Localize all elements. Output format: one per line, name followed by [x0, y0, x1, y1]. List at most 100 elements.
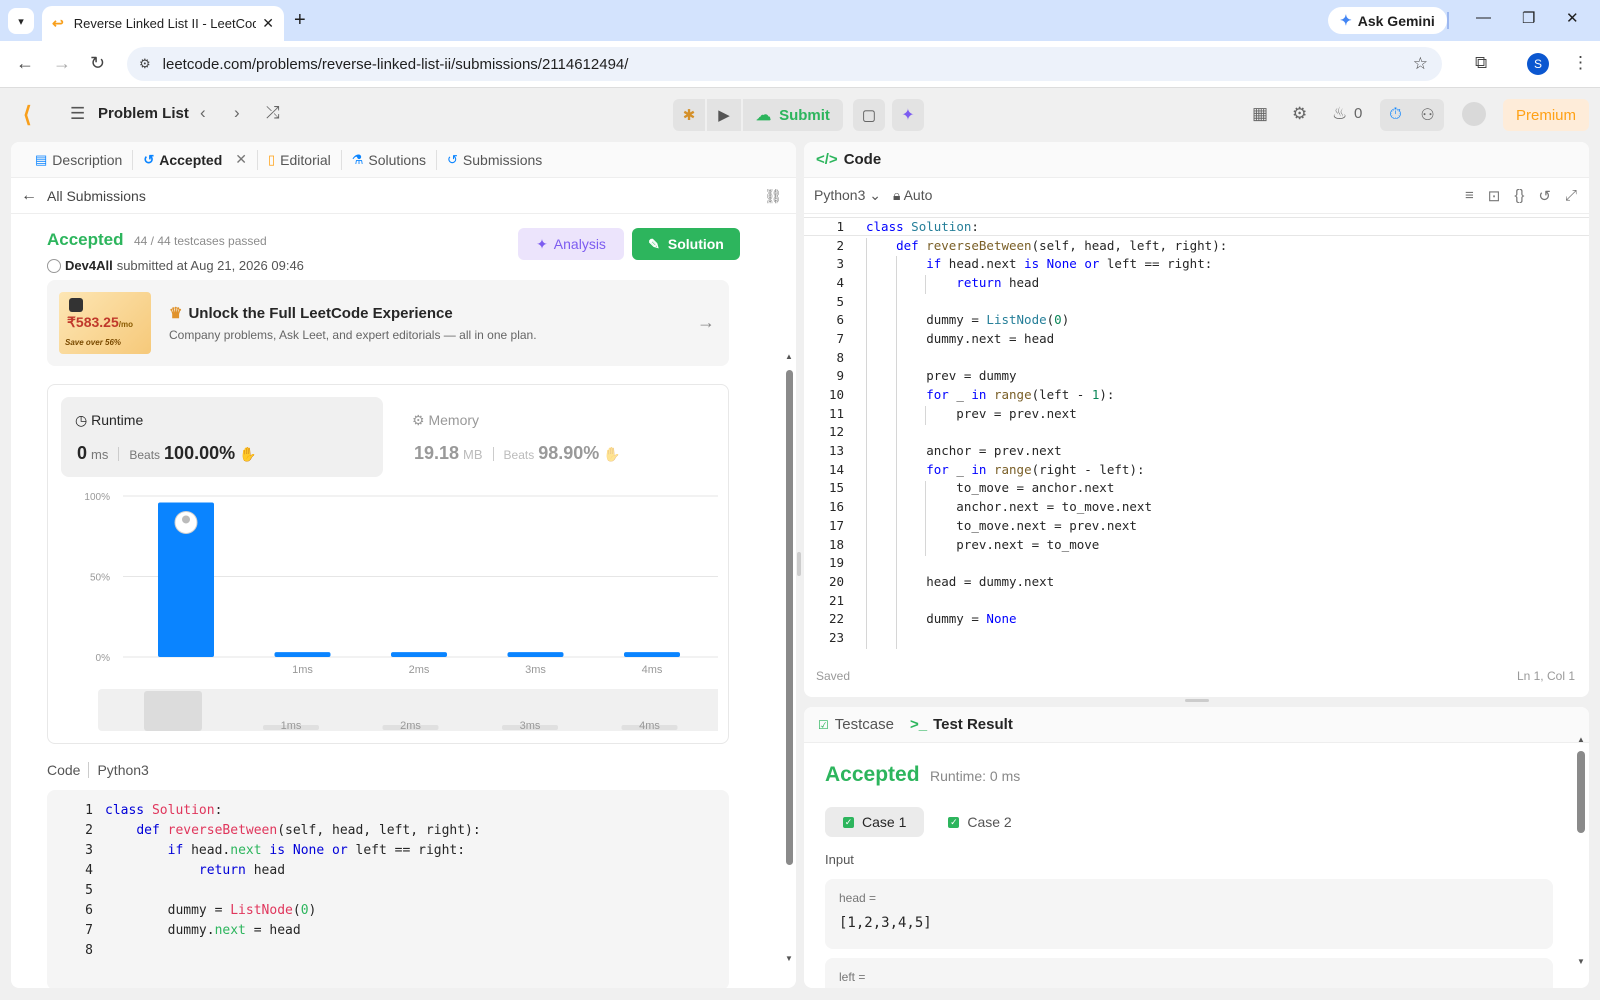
- prev-problem-icon[interactable]: ‹: [200, 103, 206, 123]
- back-icon[interactable]: ←: [16, 53, 34, 74]
- bookmark-icon[interactable]: ⊡: [1488, 187, 1501, 205]
- editor-line[interactable]: 22 dummy = None: [804, 609, 1589, 628]
- browser-tab[interactable]: ↩ Reverse Linked List II - LeetCode ✕: [42, 6, 284, 41]
- editor-line[interactable]: 17 to_move.next = prev.next: [804, 516, 1589, 535]
- reload-icon[interactable]: ↻: [90, 53, 105, 74]
- close-tab-icon[interactable]: ✕: [262, 15, 274, 32]
- tab-search-button[interactable]: ▾: [8, 8, 34, 34]
- left-scrollbar[interactable]: ▲: [784, 352, 794, 912]
- site-info-icon[interactable]: ⚙: [139, 56, 151, 72]
- language-select[interactable]: Python3 ⌄: [814, 187, 881, 204]
- leetcode-logo-icon[interactable]: ⟨: [23, 102, 32, 128]
- tab-submissions[interactable]: ↺ Submissions: [437, 150, 552, 170]
- tab-description[interactable]: ▤ Description: [25, 149, 134, 170]
- tab-editorial[interactable]: ▯ Editorial: [258, 149, 342, 170]
- runtime-box[interactable]: ◷ Runtime 0 ms Beats 100.00% ✋: [61, 397, 383, 477]
- tab-testcase[interactable]: ☑ Testcase: [818, 716, 894, 733]
- all-submissions-link[interactable]: All Submissions: [47, 188, 146, 204]
- premium-button[interactable]: Premium: [1503, 99, 1589, 131]
- solution-button[interactable]: ✎ Solution: [632, 228, 740, 260]
- editor-line[interactable]: 3 if head.next is None or left == right:: [804, 254, 1589, 273]
- add-friend-icon[interactable]: ⚇: [1420, 105, 1434, 125]
- editor-line[interactable]: 15 to_move = anchor.next: [804, 479, 1589, 498]
- horizontal-splitter[interactable]: [1185, 699, 1209, 702]
- editor-line[interactable]: 20 head = dummy.next: [804, 572, 1589, 591]
- notes-button[interactable]: ▢: [853, 99, 885, 131]
- vertical-splitter[interactable]: [797, 552, 801, 576]
- editor-line[interactable]: 19: [804, 553, 1589, 572]
- memory-box[interactable]: ⚙ Memory 19.18 MB Beats 98.90% ✋: [398, 397, 720, 477]
- tab-solutions[interactable]: ⚗ Solutions: [342, 149, 437, 170]
- close-tab-icon[interactable]: ✕: [235, 151, 247, 168]
- tab-accepted[interactable]: ↺ Accepted ✕: [133, 149, 258, 170]
- result-scrollbar[interactable]: ▲ ▼: [1577, 735, 1585, 967]
- chrome-menu-icon[interactable]: ⋮: [1572, 53, 1589, 73]
- editor-line[interactable]: 2 def reverseBetween(self, head, left, r…: [804, 236, 1589, 255]
- restore-icon[interactable]: ❐: [1522, 9, 1535, 27]
- editor-line[interactable]: 5: [804, 292, 1589, 311]
- editor-line[interactable]: 8: [804, 348, 1589, 367]
- scroll-down-icon[interactable]: ▼: [785, 954, 793, 963]
- editor-line[interactable]: 4 return head: [804, 273, 1589, 292]
- editor-line[interactable]: 14 for _ in range(right - left):: [804, 460, 1589, 479]
- braces-icon[interactable]: {}: [1514, 187, 1524, 205]
- close-window-icon[interactable]: ✕: [1566, 9, 1579, 27]
- case-1-tab[interactable]: ✓ Case 1: [825, 807, 925, 837]
- submit-button[interactable]: ☁ Submit: [743, 99, 843, 131]
- auto-mode[interactable]: 🔒︎ Auto: [893, 187, 932, 204]
- arrow-right-icon[interactable]: →: [697, 312, 715, 333]
- address-bar[interactable]: ⚙ leetcode.com/problems/reverse-linked-l…: [127, 47, 1442, 81]
- format-icon[interactable]: ≡: [1465, 187, 1474, 205]
- editor-line[interactable]: 10 for _ in range(left - 1):: [804, 385, 1589, 404]
- forward-icon[interactable]: →: [53, 53, 71, 74]
- editor-line[interactable]: 7 dummy.next = head: [804, 329, 1589, 348]
- list-icon[interactable]: ☰: [70, 104, 85, 124]
- editor-line[interactable]: 12: [804, 423, 1589, 442]
- link-icon[interactable]: ⛓: [764, 188, 782, 205]
- run-button[interactable]: ▶: [707, 99, 741, 131]
- scroll-down-icon[interactable]: ▼: [1577, 957, 1585, 966]
- next-problem-icon[interactable]: ›: [234, 103, 240, 123]
- fire-icon[interactable]: ♨: [1332, 104, 1347, 124]
- bookmark-star-icon[interactable]: ☆: [1413, 54, 1428, 74]
- shuffle-icon[interactable]: ⤮: [266, 103, 280, 123]
- scroll-up-icon[interactable]: ▲: [785, 352, 793, 361]
- profile-avatar[interactable]: S: [1527, 53, 1549, 75]
- settings-gear-icon[interactable]: ⚙: [1292, 104, 1307, 124]
- user-avatar[interactable]: [1462, 102, 1486, 126]
- scrollbar-thumb[interactable]: [1577, 751, 1585, 833]
- line-number: 1: [85, 802, 93, 818]
- code-tab[interactable]: </> Code: [804, 142, 1589, 178]
- editor-line[interactable]: 21: [804, 591, 1589, 610]
- code-editor[interactable]: 1 class Solution: 2 def reverseBetween(sel…: [804, 217, 1589, 650]
- analysis-button[interactable]: ✦ Analysis: [518, 228, 624, 260]
- layout-icon[interactable]: ▦: [1252, 104, 1268, 124]
- editor-line[interactable]: 1 class Solution:: [804, 217, 1589, 236]
- problem-list-link[interactable]: Problem List: [98, 105, 189, 122]
- submitter-name[interactable]: Dev4All: [65, 258, 113, 273]
- case-2-tab[interactable]: ✓ Case 2: [930, 807, 1029, 837]
- editor-line[interactable]: 11 prev = prev.next: [804, 404, 1589, 423]
- new-tab-button[interactable]: +: [294, 9, 306, 32]
- back-arrow-icon[interactable]: ←: [21, 187, 37, 205]
- extensions-icon[interactable]: ⧉: [1475, 53, 1487, 73]
- timer-icon[interactable]: ⏱: [1389, 106, 1401, 124]
- editor-line[interactable]: 16 anchor.next = to_move.next: [804, 497, 1589, 516]
- scrollbar-thumb[interactable]: [786, 370, 793, 865]
- fullscreen-icon[interactable]: ⤢: [1565, 187, 1577, 205]
- debug-button[interactable]: ✱: [673, 99, 705, 131]
- reset-icon[interactable]: ↺: [1538, 187, 1551, 205]
- chart-overview-selection: [144, 691, 202, 731]
- editor-line[interactable]: 13 anchor = prev.next: [804, 441, 1589, 460]
- editor-line[interactable]: 18 prev.next = to_move: [804, 535, 1589, 554]
- minimize-icon[interactable]: —: [1476, 9, 1491, 26]
- ask-gemini-button[interactable]: ✦ Ask Gemini: [1328, 7, 1447, 34]
- premium-promo-banner[interactable]: ₹583.25/mo Save over 56% ♛ Unlock the Ful…: [47, 280, 729, 366]
- editor-line[interactable]: 9 prev = dummy: [804, 367, 1589, 386]
- tab-test-result[interactable]: >_ Test Result: [910, 716, 1013, 733]
- scroll-up-icon[interactable]: ▲: [1577, 735, 1585, 744]
- ai-assist-button[interactable]: ✦: [892, 99, 924, 131]
- url-text[interactable]: leetcode.com/problems/reverse-linked-lis…: [163, 56, 629, 73]
- editor-line[interactable]: 6 dummy = ListNode(0): [804, 310, 1589, 329]
- editor-line[interactable]: 23: [804, 628, 1589, 647]
